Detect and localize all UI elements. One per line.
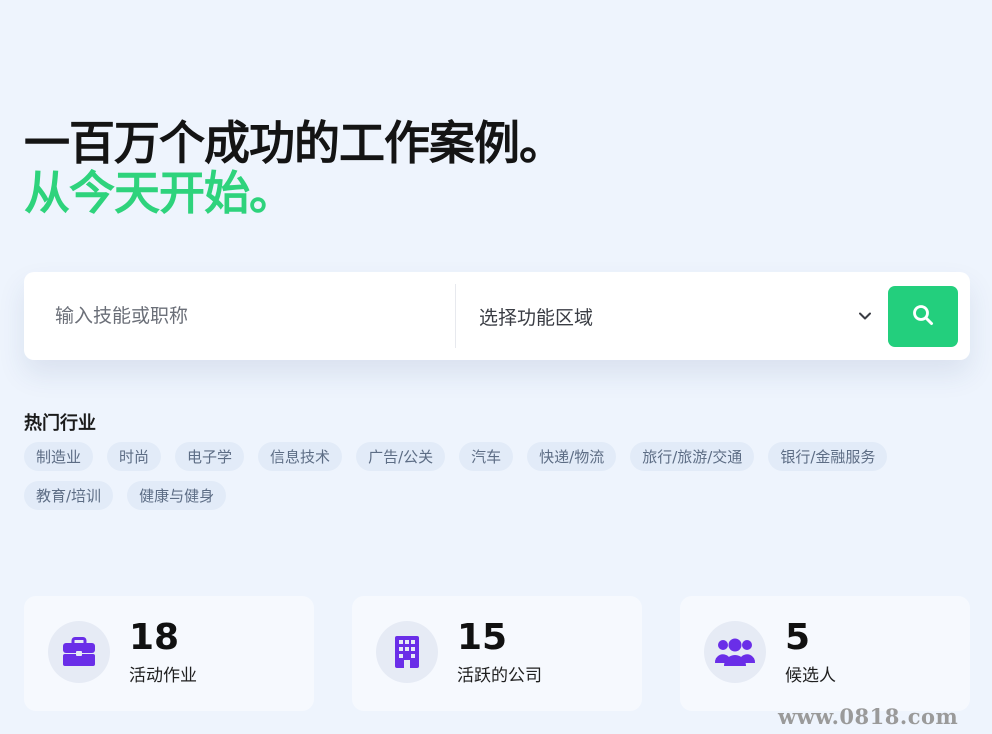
stat-label: 候选人 xyxy=(785,666,836,686)
stat-value: 5 xyxy=(785,617,811,658)
industry-tag[interactable]: 汽车 xyxy=(459,442,514,471)
industry-tag[interactable]: 快递/物流 xyxy=(527,442,617,471)
users-icon xyxy=(704,621,766,683)
industry-tag[interactable]: 健康与健身 xyxy=(127,481,227,510)
building-icon xyxy=(376,621,438,683)
industry-tag[interactable]: 银行/金融服务 xyxy=(768,442,888,471)
area-select-value: 选择功能区域 xyxy=(479,306,594,329)
hero-title: 一百万个成功的工作案例。 xyxy=(24,116,565,170)
keyword-input[interactable] xyxy=(55,305,435,327)
industry-tags: 制造业 时尚 电子学 信息技术 广告/公关 汽车 快递/物流 旅行/旅游/交通 银行/金融服务教… xyxy=(24,442,964,510)
briefcase-icon xyxy=(48,621,110,683)
stat-value: 18 xyxy=(129,617,180,658)
industry-tag[interactable]: 教育/培训 xyxy=(24,481,114,510)
hot-industries-title: 热门行业 xyxy=(24,413,96,434)
stat-card-candidates: 5 候选人 xyxy=(680,596,970,711)
watermark: www.0818.com xyxy=(778,704,959,729)
stat-value: 15 xyxy=(457,617,508,658)
area-select[interactable]: 选择功能区域 xyxy=(456,272,878,360)
chevron-down-icon xyxy=(858,309,872,323)
page: 一百万个成功的工作案例。 从今天开始。 选择功能区域 热门行业 制造业时尚电子学… xyxy=(0,0,992,734)
stat-label: 活跃的公司 xyxy=(457,666,542,686)
keyword-field[interactable] xyxy=(24,272,456,360)
industry-tag[interactable]: 广告/公关 xyxy=(356,442,446,471)
stat-card-companies: 15 活跃的公司 xyxy=(352,596,642,711)
search-button[interactable] xyxy=(888,286,958,347)
industry-tag[interactable]: 制造业 xyxy=(24,442,94,471)
stat-label: 活动作业 xyxy=(129,666,197,686)
search-icon xyxy=(912,304,934,330)
hero-subtitle: 从今天开始。 xyxy=(24,166,295,220)
industry-tag[interactable]: 信息技术 xyxy=(258,442,343,471)
industry-tag[interactable]: 电子学 xyxy=(175,442,245,471)
industry-tag[interactable]: 时尚 xyxy=(107,442,162,471)
hero: 一百万个成功的工作案例。 从今天开始。 xyxy=(24,116,565,220)
industry-tag[interactable]: 旅行/旅游/交通 xyxy=(630,442,755,471)
search-bar: 选择功能区域 xyxy=(24,272,970,360)
stat-card-jobs: 18 活动作业 xyxy=(24,596,314,711)
